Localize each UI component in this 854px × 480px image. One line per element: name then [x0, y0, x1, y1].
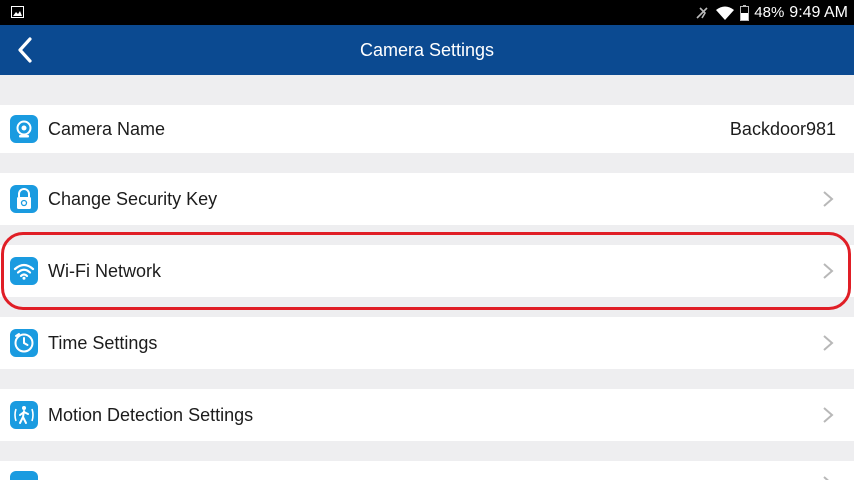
vibrate-muted-icon [696, 6, 708, 19]
page-title: Camera Settings [359, 40, 495, 60]
settings-icon [10, 471, 38, 480]
camera-icon [10, 115, 38, 143]
app-bar: Camera Settings [0, 25, 854, 75]
setting-change-security-key[interactable]: Change Security Key [0, 173, 854, 225]
setting-label: Time Settings [48, 332, 158, 353]
setting-motion-detection[interactable]: Motion Detection Settings [0, 389, 854, 441]
chevron-right-icon [823, 335, 834, 351]
chevron-right-icon [823, 191, 834, 207]
wifi-signal-icon [716, 6, 735, 20]
battery-percent: 48% [754, 4, 785, 21]
motion-icon [10, 401, 38, 429]
wifi-icon [10, 257, 38, 285]
setting-label: Camera Name [48, 118, 166, 139]
battery-icon [740, 4, 750, 21]
chevron-right-icon [823, 476, 829, 480]
chevron-right-icon [823, 263, 834, 279]
back-button[interactable] [8, 33, 42, 67]
setting-label: Change Security Key [48, 188, 218, 209]
setting-label: Motion Detection Settings [48, 404, 254, 425]
status-indicators: 48% 9:49 AM [694, 0, 848, 25]
chevron-right-icon [823, 407, 834, 423]
setting-next-row[interactable] [0, 461, 854, 480]
setting-wifi-network[interactable]: Wi-Fi Network [0, 245, 854, 297]
camera-name-value: Backdoor981 [729, 118, 836, 139]
back-arrow-icon [18, 37, 32, 63]
clock-icon [10, 329, 38, 357]
setting-label: Wi-Fi Network [48, 260, 161, 281]
clock-time: 9:49 AM [789, 3, 848, 21]
setting-camera-name[interactable]: Camera Name Backdoor981 [0, 105, 854, 153]
image-notification-icon [11, 6, 24, 18]
lock-icon [10, 185, 38, 213]
status-bar: 48% 9:49 AM [0, 0, 854, 25]
setting-time-settings[interactable]: Time Settings [0, 317, 854, 369]
